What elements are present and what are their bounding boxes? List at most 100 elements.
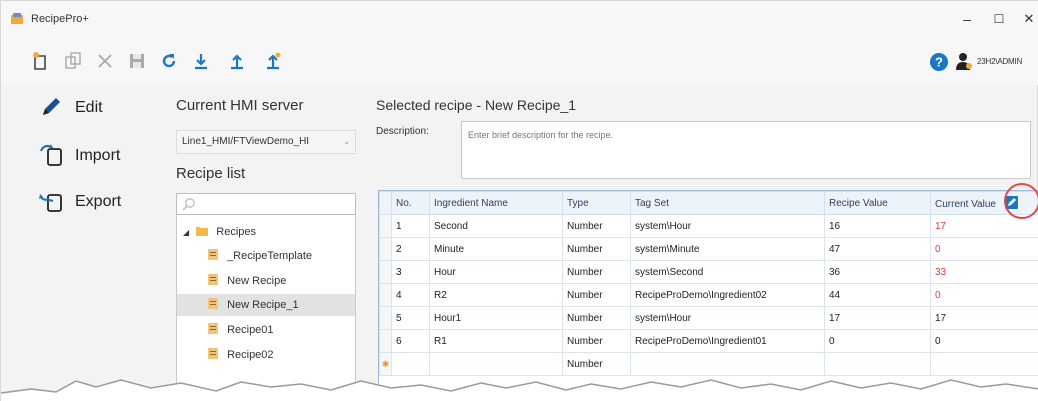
cell-ingredient-name[interactable]: R2: [429, 283, 563, 307]
left-nav: Edit Import Export: [1, 85, 161, 401]
nav-item-edit[interactable]: Edit: [1, 87, 159, 127]
tree-item-label: _RecipeTemplate: [227, 250, 313, 262]
table-row[interactable]: 1 Second Number system\Hour 16 17: [379, 214, 1038, 238]
description-label: Description:: [376, 126, 429, 137]
nav-label-export: Export: [75, 193, 122, 210]
folder-icon: [196, 227, 209, 236]
recipe-list-label: Recipe list: [176, 165, 246, 182]
cell-recipe-value[interactable]: 36: [824, 260, 931, 284]
recipe-search-input[interactable]: [176, 193, 356, 215]
help-icon[interactable]: ?: [929, 52, 949, 72]
cell-tag-set[interactable]: system\Hour: [630, 214, 825, 238]
recipe-file-icon: [208, 323, 218, 334]
row-header-corner: [379, 191, 392, 215]
current-value-header-label: Current Value: [935, 199, 996, 210]
table-row[interactable]: 6 R1 Number RecipeProDemo\Ingredient01 0…: [379, 329, 1038, 353]
hmi-server-value: Line1_HMI/FTViewDemo_HI: [182, 136, 310, 147]
cell-no[interactable]: 4: [391, 283, 430, 307]
tree-item-label: Recipe01: [227, 324, 274, 336]
upload-icon[interactable]: [227, 51, 247, 71]
cell-tag-set[interactable]: system\Second: [630, 260, 825, 284]
tree-item-recipe[interactable]: _RecipeTemplate: [207, 245, 312, 267]
toolbar: [1, 35, 1038, 85]
cell-recipe-value[interactable]: 47: [824, 237, 931, 261]
copy-icon[interactable]: [63, 51, 83, 71]
cell-ingredient-name[interactable]: Minute: [429, 237, 563, 261]
tree-item-recipe[interactable]: Recipe01: [207, 319, 274, 341]
save-icon[interactable]: [127, 51, 147, 71]
cell-recipe-value[interactable]: 16: [824, 214, 931, 238]
recipe-file-icon: [208, 298, 218, 309]
description-field[interactable]: Enter brief description for the recipe.: [461, 121, 1031, 179]
column-header-ingredient-name[interactable]: Ingredient Name: [429, 191, 563, 215]
row-header[interactable]: [379, 306, 392, 330]
row-header[interactable]: [379, 237, 392, 261]
cell-type[interactable]: Number: [562, 260, 631, 284]
cell-type[interactable]: Number: [562, 283, 631, 307]
cell-ingredient-name[interactable]: Second: [429, 214, 563, 238]
nav-item-export[interactable]: Export: [1, 181, 159, 221]
delete-icon[interactable]: [95, 51, 115, 71]
tree-item-recipe-selected[interactable]: New Recipe_1: [177, 294, 355, 316]
column-header-no[interactable]: No.: [391, 191, 430, 215]
row-header[interactable]: [379, 214, 392, 238]
nav-item-import[interactable]: Import: [1, 135, 159, 175]
cell-recipe-value[interactable]: 44: [824, 283, 931, 307]
pencil-icon: [43, 98, 60, 115]
cell-no[interactable]: 5: [391, 306, 430, 330]
column-header-type[interactable]: Type: [562, 191, 631, 215]
cell-ingredient-name[interactable]: R1: [429, 329, 563, 353]
table-row[interactable]: 3 Hour Number system\Second 36 33: [379, 260, 1038, 284]
table-row[interactable]: 2 Minute Number system\Minute 47 0: [379, 237, 1038, 261]
app-window: RecipePro+ – ☐ ✕ ? 23H2\ADMIN Edit Impor…: [0, 0, 1038, 401]
cell-no[interactable]: 3: [391, 260, 430, 284]
download-icon[interactable]: [191, 51, 211, 71]
cell-current-value[interactable]: 0: [930, 283, 1038, 307]
row-header[interactable]: [379, 283, 392, 307]
nav-label-import: Import: [75, 147, 121, 164]
tree-item-recipe[interactable]: New Recipe: [207, 270, 286, 292]
table-row[interactable]: 4 R2 Number RecipeProDemo\Ingredient02 4…: [379, 283, 1038, 307]
cell-current-value[interactable]: 33: [930, 260, 1038, 284]
cell-type[interactable]: Number: [562, 214, 631, 238]
cell-tag-set[interactable]: system\Hour: [630, 306, 825, 330]
tree-item-label: Recipe02: [227, 349, 274, 361]
table-row[interactable]: 5 Hour1 Number system\Hour 17 17: [379, 306, 1038, 330]
cell-tag-set[interactable]: RecipeProDemo\Ingredient02: [630, 283, 825, 307]
new-recipe-icon[interactable]: [31, 51, 51, 71]
cell-ingredient-name[interactable]: Hour1: [429, 306, 563, 330]
cell-no[interactable]: 2: [391, 237, 430, 261]
ingredients-grid: No. Ingredient Name Type Tag Set Recipe …: [378, 190, 1038, 401]
close-button[interactable]: ✕: [1015, 9, 1038, 29]
cell-recipe-value[interactable]: 0: [824, 329, 931, 353]
cell-tag-set[interactable]: system\Minute: [630, 237, 825, 261]
title-bar: RecipePro+ – ☐ ✕: [1, 1, 1038, 35]
row-header[interactable]: [379, 329, 392, 353]
maximize-button[interactable]: ☐: [985, 9, 1013, 29]
tree-root-label: Recipes: [216, 226, 257, 238]
upload-all-icon[interactable]: [263, 51, 283, 71]
cell-no[interactable]: 1: [391, 214, 430, 238]
cell-type[interactable]: Number: [562, 306, 631, 330]
tree-root-recipes[interactable]: ◢ Recipes: [183, 221, 256, 243]
column-header-recipe-value[interactable]: Recipe Value: [824, 191, 931, 215]
minimize-button[interactable]: –: [953, 9, 981, 29]
tree-item-recipe[interactable]: Recipe02: [207, 344, 274, 366]
cell-tag-set[interactable]: RecipeProDemo\Ingredient01: [630, 329, 825, 353]
cell-current-value[interactable]: 0: [930, 329, 1038, 353]
cell-current-value[interactable]: 17: [930, 306, 1038, 330]
highlight-circle: [1004, 183, 1038, 219]
cell-type[interactable]: Number: [562, 237, 631, 261]
refresh-icon[interactable]: [159, 51, 179, 71]
column-header-tag-set[interactable]: Tag Set: [630, 191, 825, 215]
cell-no[interactable]: 6: [391, 329, 430, 353]
cell-current-value[interactable]: 0: [930, 237, 1038, 261]
tree-item-label: New Recipe_1: [227, 299, 299, 311]
selected-recipe-title: Selected recipe - New Recipe_1: [376, 97, 576, 113]
row-header[interactable]: [379, 260, 392, 284]
cell-type[interactable]: Number: [562, 329, 631, 353]
hmi-server-select[interactable]: Line1_HMI/FTViewDemo_HI ⌄: [176, 130, 356, 154]
cell-ingredient-name[interactable]: Hour: [429, 260, 563, 284]
expand-arrow-icon[interactable]: ◢: [183, 228, 189, 237]
cell-recipe-value[interactable]: 17: [824, 306, 931, 330]
